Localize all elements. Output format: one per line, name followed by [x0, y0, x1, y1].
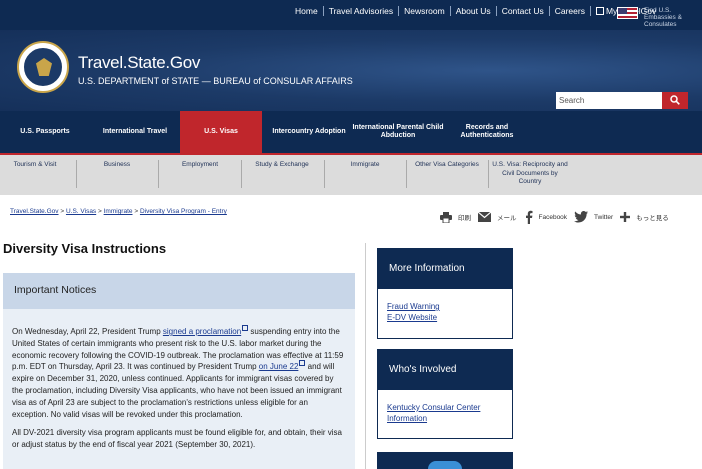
more-information-box: More Information Fraud Warning E-DV Webs… [377, 248, 513, 339]
column-divider [365, 243, 366, 469]
home-link[interactable]: Home [290, 6, 324, 16]
subnav-study-exchange[interactable]: Study & Exchange [244, 161, 320, 191]
important-notices-heading: Important Notices [3, 273, 355, 309]
nav-intercountry-adoption[interactable]: Intercountry Adoption [262, 111, 356, 153]
notice-paragraph: All DV-2021 diversity visa program appli… [12, 428, 342, 450]
nav-us-passports[interactable]: U.S. Passports [0, 111, 90, 153]
subnav-tourism-visit[interactable]: Tourism & Visit [2, 161, 68, 191]
twitter-icon[interactable] [574, 211, 589, 223]
facebook-icon[interactable] [524, 210, 533, 224]
share-tools: 印刷 メール Facebook Twitter もっと見る [440, 210, 676, 224]
page-title: Diversity Visa Instructions [3, 241, 167, 256]
subnav-divider [488, 160, 489, 188]
subnav-reciprocity[interactable]: U.S. Visa: Reciprocity and Civil Documen… [490, 161, 570, 191]
sub-nav: Tourism & Visit Business Employment Stud… [0, 153, 702, 195]
breadcrumb-link[interactable]: Travel.State.Gov [10, 208, 59, 215]
breadcrumb-link[interactable]: U.S. Visas [66, 208, 96, 215]
external-link-icon [299, 360, 306, 367]
subnav-divider [406, 160, 407, 188]
seal-center [23, 47, 63, 87]
login-icon [595, 7, 604, 15]
edv-website-link[interactable]: E-DV Website [387, 312, 512, 323]
contact-us-link[interactable]: Contact Us [497, 6, 550, 16]
whos-involved-title: Who's Involved [378, 350, 512, 390]
about-us-link[interactable]: About Us [451, 6, 497, 16]
sidebar-box-partial [377, 452, 513, 469]
nav-records-authentications[interactable]: Records and Authentications [446, 111, 528, 153]
twitter-label[interactable]: Twitter [594, 214, 613, 221]
breadcrumb-link[interactable]: Diversity Visa Program - Entry [140, 208, 227, 215]
globe-icon [428, 461, 462, 469]
search-icon [670, 95, 680, 105]
subnav-divider [324, 160, 325, 188]
subnav-other-visa-categories[interactable]: Other Visa Categories [408, 161, 486, 191]
site-header: Travel.State.Gov U.S. DEPARTMENT of STAT… [0, 30, 702, 111]
mail-label[interactable]: メール [497, 212, 517, 222]
search-input[interactable] [556, 92, 662, 109]
print-label[interactable]: 印刷 [458, 212, 471, 222]
search-button[interactable] [662, 92, 688, 109]
plus-icon[interactable] [620, 212, 631, 222]
breadcrumb-link[interactable]: Immigrate [104, 208, 133, 215]
june-22-link[interactable]: on June 22 [259, 362, 299, 371]
subnav-employment[interactable]: Employment [162, 161, 238, 191]
utility-links: Home Travel Advisories Newsroom About Us… [290, 6, 661, 16]
us-flag-icon[interactable] [617, 7, 638, 19]
travel-advisories-link[interactable]: Travel Advisories [324, 6, 400, 16]
mail-icon[interactable] [478, 212, 491, 222]
subnav-immigrate[interactable]: Immigrate [326, 161, 404, 191]
nav-us-visas[interactable]: U.S. Visas [180, 111, 262, 153]
external-link-icon [242, 325, 249, 331]
notice-paragraph: On Wednesday, April 22, President Trump … [12, 325, 346, 420]
proclamation-link[interactable]: signed a proclamation [163, 327, 241, 336]
nav-international-travel[interactable]: International Travel [90, 111, 180, 153]
careers-link[interactable]: Careers [550, 6, 591, 16]
nav-parental-child-abduction[interactable]: International Parental Child Abduction [350, 111, 446, 153]
subnav-divider [158, 160, 159, 188]
newsroom-link[interactable]: Newsroom [399, 6, 451, 16]
important-notices-body: On Wednesday, April 22, President Trump … [3, 309, 355, 469]
subnav-divider [241, 160, 242, 188]
print-icon[interactable] [440, 211, 452, 223]
more-information-links: Fraud Warning E-DV Website [378, 289, 512, 323]
eagle-icon [36, 58, 52, 76]
whos-involved-box: Who's Involved Kentucky Consular Center … [377, 349, 513, 439]
site-subtitle: U.S. DEPARTMENT of STATE — BUREAU of CON… [78, 76, 353, 86]
subnav-divider [76, 160, 77, 188]
embassies-link[interactable]: Find U.S. Embassies & Consulates [644, 7, 702, 28]
main-nav: U.S. Passports International Travel U.S.… [0, 111, 702, 153]
top-bar: Home Travel Advisories Newsroom About Us… [0, 0, 702, 30]
more-label[interactable]: もっと見る [636, 212, 669, 222]
breadcrumb: Travel.State.Gov > U.S. Visas > Immigrat… [10, 208, 227, 215]
whos-involved-links: Kentucky Consular Center Information [378, 390, 512, 424]
kentucky-consular-center-link[interactable]: Kentucky Consular Center Information [387, 402, 512, 424]
fraud-warning-link[interactable]: Fraud Warning [387, 301, 512, 312]
subnav-business[interactable]: Business [80, 161, 154, 191]
state-department-seal[interactable] [17, 41, 69, 93]
facebook-label[interactable]: Facebook [539, 214, 568, 221]
site-title[interactable]: Travel.State.Gov [78, 53, 200, 73]
notice-text: On Wednesday, April 22, President Trump [12, 327, 163, 336]
more-information-title: More Information [378, 249, 512, 289]
